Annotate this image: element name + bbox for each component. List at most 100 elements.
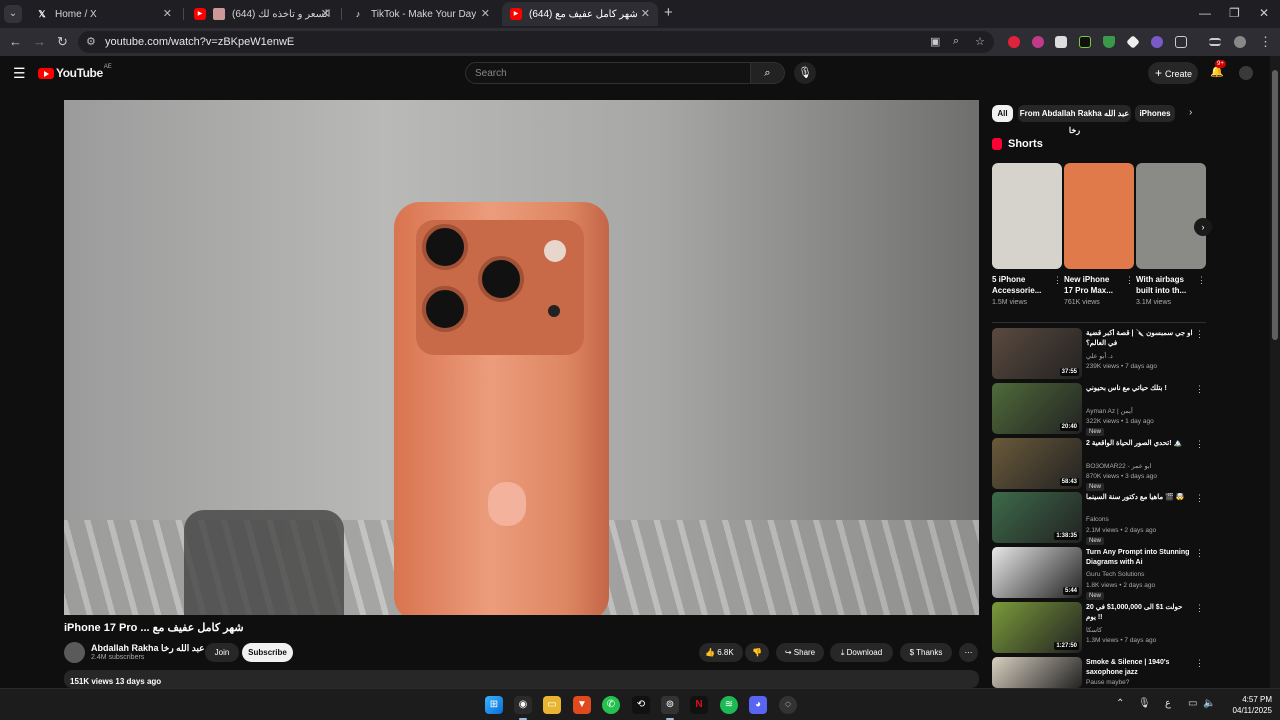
file-explorer-icon[interactable]: ▭	[543, 696, 561, 714]
input-language[interactable]: ع	[1165, 698, 1171, 709]
download-button[interactable]: ⤓ Download	[830, 643, 893, 662]
tab-youtube-active[interactable]: ▶ (644) شهر كامل عفيف مع ... Tube ✕	[502, 2, 658, 26]
create-button[interactable]: + Create	[1148, 62, 1198, 84]
more-vert-icon[interactable]: ⋮	[1197, 275, 1206, 286]
channel-name[interactable]: BO3OMAR22 - ابو عمر	[1086, 462, 1152, 470]
app-icon[interactable]: ⊚	[661, 696, 679, 714]
short-thumbnail[interactable]	[992, 163, 1062, 269]
app-icon[interactable]: ◌	[779, 696, 797, 714]
extension-shield-icon[interactable]	[1103, 36, 1115, 48]
zoom-icon[interactable]: ⌕	[953, 35, 959, 48]
short-card[interactable]: 5 iPhone Accessorie... 1.5M views ⋮	[992, 163, 1062, 306]
join-button[interactable]: Join	[205, 643, 239, 662]
spotify-icon[interactable]: ≋	[720, 696, 738, 714]
video-title[interactable]: تحدي الصور الحياة الواقعية 2! 🏔️	[1086, 439, 1194, 449]
tab-search-icon[interactable]: ⌄	[4, 5, 22, 23]
recommendation-item[interactable]: 20:40 بتلك حياتي مع ناس بحيوني ! Ayman Az …	[992, 383, 1206, 436]
network-icon[interactable]: ▭	[1188, 698, 1197, 709]
recommendation-item[interactable]: 1:38:35 ماهيا مع دكتور سنة السينما 🎬 🤯 Fal…	[992, 492, 1206, 545]
more-vert-icon[interactable]: ⋮	[1195, 439, 1204, 450]
short-thumbnail[interactable]	[1064, 163, 1134, 269]
minimize-icon[interactable]: —	[1199, 6, 1211, 20]
account-avatar[interactable]	[1239, 66, 1253, 80]
windows-start-icon[interactable]: ⊞	[485, 696, 503, 714]
video-thumbnail[interactable]	[992, 657, 1082, 688]
tab-youtube-guess[interactable]: ▶ (644) خمن السعر و تاخذه لك ✕	[186, 2, 338, 26]
hamburger-menu-icon[interactable]: ☰	[13, 65, 26, 82]
chip-all[interactable]: All	[992, 105, 1013, 122]
short-title[interactable]: With airbags built into th...	[1136, 274, 1192, 296]
tab-x[interactable]: 𝕏 Home / X ✕	[28, 2, 180, 26]
chrome-icon[interactable]: ◉	[514, 696, 532, 714]
page-scrollbar[interactable]	[1270, 56, 1280, 688]
channel-name[interactable]: Ayman Az | أيمن	[1086, 407, 1133, 415]
recommendation-item[interactable]: 5:44 Turn Any Prompt into Stunning Diagra…	[992, 547, 1206, 600]
channel-name[interactable]: Pause maybe?	[1086, 679, 1129, 686]
video-thumbnail[interactable]: 20:40	[992, 383, 1082, 434]
channel-name[interactable]: د. أبو علي	[1086, 352, 1113, 360]
search-button[interactable]: ⌕	[751, 62, 785, 84]
short-card[interactable]: New iPhone 17 Pro Max... 761K views ⋮	[1064, 163, 1134, 306]
close-icon[interactable]: ✕	[641, 7, 650, 20]
description-box[interactable]: 151K views 13 days ago	[64, 670, 979, 688]
volume-icon[interactable]: 🔈	[1203, 698, 1215, 709]
netflix-icon[interactable]: N	[690, 696, 708, 714]
channel-avatar[interactable]	[64, 642, 85, 663]
channel-name[interactable]: Guru Tech Solutions	[1086, 571, 1144, 578]
recommendation-item[interactable]: 1:27:50 حولت 1$ الى 1,000,000$ في 20 يوم …	[992, 602, 1206, 654]
recommendation-item[interactable]: Smoke & Silence | 1940's saxophone jazz P…	[992, 657, 1206, 688]
search-input[interactable]: Search	[465, 62, 751, 84]
more-vert-icon[interactable]: ⋮	[1195, 493, 1204, 504]
forward-icon[interactable]: →	[33, 34, 46, 49]
tab-tiktok[interactable]: ♪ TikTok - Make Your Day ✕	[344, 2, 498, 26]
back-icon[interactable]: ←	[9, 34, 22, 49]
video-player[interactable]	[64, 100, 979, 615]
extension-red-icon[interactable]	[1008, 36, 1020, 48]
like-button[interactable]: 👍 6.8K	[699, 643, 743, 662]
more-vert-icon[interactable]: ⋮	[1195, 603, 1204, 614]
video-title[interactable]: Smoke & Silence | 1940's saxophone jazz	[1086, 658, 1194, 678]
video-title[interactable]: Turn Any Prompt into Stunning Diagrams w…	[1086, 548, 1194, 568]
dislike-button[interactable]: 👎	[745, 643, 769, 662]
channel-name[interactable]: Falcons	[1086, 516, 1109, 523]
profile-avatar[interactable]	[1234, 36, 1246, 48]
close-window-icon[interactable]: ✕	[1259, 6, 1269, 20]
microphone-icon[interactable]: 🎙	[1138, 698, 1151, 709]
more-actions-button[interactable]: ⋯	[959, 643, 978, 662]
recommendation-item[interactable]: 37:55 او جي سمبسون 🔪 | قصة أكبر قضية في ا…	[992, 328, 1206, 380]
video-thumbnail[interactable]: 5:44	[992, 547, 1082, 598]
youtube-logo[interactable]: YouTube AE	[38, 64, 112, 80]
chevron-right-icon[interactable]: ›	[1189, 107, 1192, 118]
close-icon[interactable]: ✕	[321, 7, 330, 20]
extensions-puzzle-icon[interactable]	[1175, 36, 1187, 48]
clock[interactable]: 4:57 PM 04/11/2025	[1224, 694, 1272, 716]
site-info-icon[interactable]: ⚙	[86, 35, 96, 48]
share-button[interactable]: ↪ Share	[776, 643, 824, 662]
more-vert-icon[interactable]: ⋮	[1195, 384, 1204, 395]
short-thumbnail[interactable]	[1136, 163, 1206, 269]
short-card[interactable]: With airbags built into th... 3.1M views ⋮	[1136, 163, 1206, 306]
brave-icon[interactable]: ▼	[573, 696, 591, 714]
video-title[interactable]: او جي سمبسون 🔪 | قصة أكبر قضية في العالم…	[1086, 329, 1194, 349]
recommendation-item[interactable]: 58:43 تحدي الصور الحياة الواقعية 2! 🏔️ BO3…	[992, 438, 1206, 491]
extension-pink-icon[interactable]	[1032, 36, 1044, 48]
chip-from-channel[interactable]: From Abdallah Rakha عبد الله رخا	[1018, 105, 1131, 135]
more-vert-icon[interactable]: ⋮	[1125, 275, 1134, 286]
more-vert-icon[interactable]: ⋮	[1195, 658, 1204, 669]
close-icon[interactable]: ✕	[481, 7, 490, 20]
video-thumbnail[interactable]: 1:38:35	[992, 492, 1082, 543]
new-tab-button[interactable]: +	[664, 4, 673, 21]
bookmark-star-icon[interactable]: ☆	[975, 35, 985, 48]
short-title[interactable]: New iPhone 17 Pro Max...	[1064, 274, 1120, 296]
extension-grid-icon[interactable]	[1055, 36, 1067, 48]
scrollbar-thumb[interactable]	[1272, 70, 1278, 340]
browser-menu-icon[interactable]: ⋮	[1259, 34, 1272, 50]
install-app-icon[interactable]: ▣	[930, 35, 940, 48]
extension-eye-icon[interactable]	[1151, 36, 1163, 48]
short-title[interactable]: 5 iPhone Accessorie...	[992, 274, 1048, 296]
shorts-next-button[interactable]: ›	[1194, 218, 1212, 236]
extension-d-icon[interactable]	[1079, 36, 1091, 48]
channel-name[interactable]: كاسكا	[1086, 626, 1102, 634]
more-vert-icon[interactable]: ⋮	[1195, 329, 1204, 340]
chip-iphones[interactable]: iPhones	[1135, 105, 1175, 122]
